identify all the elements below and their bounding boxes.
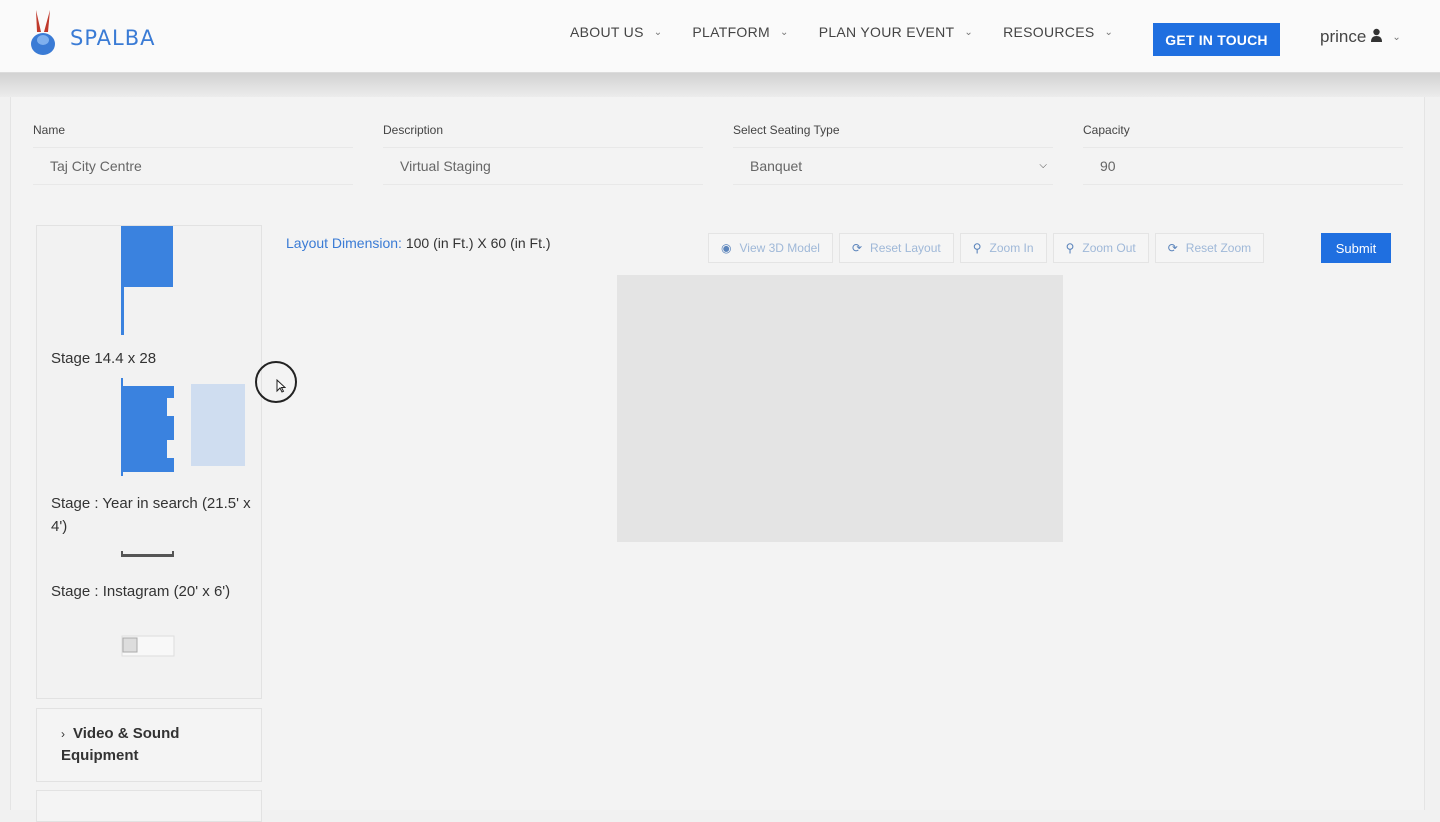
stage-icon xyxy=(121,226,173,335)
seating-select[interactable]: Banquet ⌵ xyxy=(733,147,1053,185)
user-name: prince xyxy=(1320,27,1367,46)
seating-value: Banquet xyxy=(750,158,803,174)
layout-canvas[interactable] xyxy=(617,275,1063,542)
name-input[interactable]: Taj City Centre xyxy=(33,147,353,185)
zoom-in-button[interactable]: ⚲ Zoom In xyxy=(959,233,1047,263)
user-icon xyxy=(1371,27,1383,47)
button-label: Zoom In xyxy=(989,241,1034,255)
logo[interactable]: SPALBA xyxy=(28,8,156,60)
dimension-value: 100 (in Ft.) X 60 (in Ft.) xyxy=(405,235,551,251)
palette-item-label: Stage 14.4 x 28 xyxy=(51,350,157,367)
stage-icon xyxy=(121,551,174,557)
chevron-down-icon: ⌄ xyxy=(964,26,974,38)
submit-button[interactable]: Submit xyxy=(1321,233,1391,263)
description-input[interactable]: Virtual Staging xyxy=(383,147,703,185)
nav-plan-your-event[interactable]: PLAN YOUR EVENT ⌄ xyxy=(819,24,973,40)
pointer-icon xyxy=(276,379,286,393)
refresh-icon: ⟳ xyxy=(851,241,863,255)
accordion-next[interactable] xyxy=(36,790,262,822)
header-shadow xyxy=(0,73,1440,97)
capacity-field: Capacity 90 xyxy=(1083,123,1403,185)
stage-icon xyxy=(121,378,245,476)
main-nav: ABOUT US ⌄ PLATFORM ⌄ PLAN YOUR EVENT ⌄ … xyxy=(570,24,1143,40)
chevron-right-icon: › xyxy=(61,727,65,741)
view-3d-model-button[interactable]: ◉ View 3D Model xyxy=(708,233,833,263)
layout-dimension: Layout Dimension: 100 (in Ft.) X 60 (in … xyxy=(286,235,551,251)
reset-zoom-button[interactable]: ⟳ Reset Zoom xyxy=(1154,233,1265,263)
cursor-highlight xyxy=(255,361,297,403)
chevron-down-icon: ⌄ xyxy=(780,26,789,38)
user-menu[interactable]: prince ⌄ xyxy=(1320,27,1401,47)
palette-item-label: Stage : Instagram (20' x 6') xyxy=(51,583,231,600)
button-label: Reset Zoom xyxy=(1185,241,1252,255)
seating-field: Select Seating Type Banquet ⌵ xyxy=(733,123,1053,185)
brand-name: SPALBA xyxy=(70,26,156,50)
rabbit-logo-icon xyxy=(28,8,64,60)
name-label: Name xyxy=(33,123,66,137)
site-header: SPALBA ABOUT US ⌄ PLATFORM ⌄ PLAN YOUR E… xyxy=(0,0,1440,73)
palette-item-broken[interactable] xyxy=(43,634,253,658)
zoom-out-icon: ⚲ xyxy=(1065,241,1075,255)
nav-about-us[interactable]: ABOUT US ⌄ xyxy=(570,24,662,40)
palette-item-stage-1[interactable]: Stage 14.4 x 28 xyxy=(43,226,253,371)
nav-label: RESOURCES xyxy=(1003,24,1095,40)
nav-resources[interactable]: RESOURCES ⌄ xyxy=(1003,24,1113,40)
palette-item-label: Stage : Year in search (21.5' x 4') xyxy=(51,495,251,535)
accordion-label: Video & Sound Equipment xyxy=(61,725,180,764)
capacity-label: Capacity xyxy=(1083,123,1130,137)
get-in-touch-button[interactable]: GET IN TOUCH xyxy=(1153,23,1280,56)
nav-label: PLAN YOUR EVENT xyxy=(818,24,955,40)
palette-item-stage-2[interactable]: Stage : Year in search (21.5' x 4') xyxy=(43,378,253,536)
capacity-input[interactable]: 90 xyxy=(1083,147,1403,185)
chevron-down-icon: ⌄ xyxy=(1392,31,1401,43)
nav-label: PLATFORM xyxy=(692,24,770,40)
button-label: View 3D Model xyxy=(739,241,820,255)
broken-image-icon xyxy=(121,635,175,657)
chevron-down-icon: ⌄ xyxy=(653,26,663,38)
description-field: Description Virtual Staging xyxy=(383,123,703,185)
palette-item-stage-3[interactable]: Stage : Instagram (20' x 6') xyxy=(43,544,253,626)
description-label: Description xyxy=(383,123,444,137)
layout-toolbar: ◉ View 3D Model ⟳ Reset Layout ⚲ Zoom In… xyxy=(708,233,1270,263)
chevron-down-icon: ⌄ xyxy=(1104,26,1114,38)
eye-icon: ◉ xyxy=(721,241,732,255)
reset-layout-button[interactable]: ⟳ Reset Layout xyxy=(838,233,954,263)
refresh-icon: ⟳ xyxy=(1167,241,1178,255)
element-palette: Stage 14.4 x 28 Stage : Year in search (… xyxy=(36,225,262,699)
accordion-header: › Video & Sound Equipment xyxy=(61,723,261,767)
accordion-video-sound[interactable]: › Video & Sound Equipment xyxy=(36,708,262,782)
button-label: Reset Layout xyxy=(870,241,941,255)
seating-label: Select Seating Type xyxy=(733,123,840,137)
zoom-in-icon: ⚲ xyxy=(972,241,982,255)
name-field: Name Taj City Centre xyxy=(33,123,353,185)
button-label: Zoom Out xyxy=(1082,241,1136,255)
nav-platform[interactable]: PLATFORM ⌄ xyxy=(692,24,788,40)
zoom-out-button[interactable]: ⚲ Zoom Out xyxy=(1052,233,1149,263)
chevron-down-icon: ⌵ xyxy=(1039,160,1047,171)
dimension-label: Layout Dimension: xyxy=(286,235,402,251)
nav-label: ABOUT US xyxy=(570,24,644,40)
